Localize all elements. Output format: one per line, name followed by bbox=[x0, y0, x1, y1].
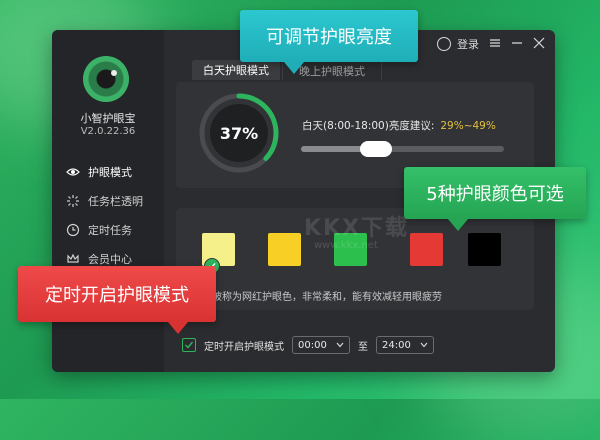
color-swatch-black[interactable] bbox=[468, 233, 501, 266]
sidebar-item-label: 定时任务 bbox=[88, 224, 132, 237]
schedule-checkbox[interactable] bbox=[182, 338, 196, 352]
brightness-percent: 37% bbox=[219, 123, 259, 143]
sidebar-item-label: 任务栏透明 bbox=[88, 195, 143, 208]
login-label: 登录 bbox=[457, 38, 479, 51]
check-icon bbox=[185, 341, 194, 349]
app-logo bbox=[83, 56, 129, 102]
tab-day-mode[interactable]: 白天护眼模式 bbox=[192, 60, 280, 80]
user-icon bbox=[437, 37, 451, 51]
sidebar-item-timer[interactable]: 定时任务 bbox=[52, 218, 164, 242]
end-time-value: 24:00 bbox=[382, 339, 411, 351]
end-time-select[interactable]: 24:00 bbox=[376, 336, 434, 354]
time-separator: 至 bbox=[358, 341, 368, 353]
brightness-slider[interactable] bbox=[301, 141, 504, 157]
callout-brightness: 可调节护眼亮度 bbox=[240, 10, 418, 74]
menu-icon[interactable] bbox=[489, 37, 501, 52]
start-time-select[interactable]: 00:00 bbox=[292, 336, 350, 354]
sidebar-item-eye-mode[interactable]: 护眼模式 bbox=[52, 160, 164, 184]
color-swatch-yellow[interactable] bbox=[268, 233, 301, 266]
watermark-url: www.kkx.net bbox=[314, 240, 378, 251]
app-name: 小智护眼宝 bbox=[80, 112, 136, 125]
login-button[interactable]: 登录 bbox=[437, 36, 479, 52]
color-description: 色：被称为网红护眼色，非常柔和，能有效减轻用眼疲劳 bbox=[192, 292, 442, 303]
close-icon[interactable] bbox=[533, 37, 545, 52]
brightness-suggestion: 白天(8:00-18:00)亮度建议: 29%~49% bbox=[302, 118, 496, 133]
app-version: V2.0.22.36 bbox=[80, 126, 136, 137]
sparkle-icon bbox=[66, 194, 80, 208]
color-swatch-red[interactable] bbox=[410, 233, 443, 266]
start-time-value: 00:00 bbox=[298, 339, 327, 351]
sidebar-item-label: 护眼模式 bbox=[88, 166, 132, 179]
callout-schedule: 定时开启护眼模式 bbox=[18, 266, 216, 334]
schedule-row: 定时开启护眼模式 00:00 至 24:00 bbox=[182, 335, 434, 355]
schedule-label: 定时开启护眼模式 bbox=[204, 341, 284, 353]
crown-icon bbox=[66, 252, 80, 266]
chevron-down-icon bbox=[336, 342, 344, 348]
callout-schedule-text: 定时开启护眼模式 bbox=[45, 285, 189, 306]
sidebar-item-taskbar[interactable]: 任务栏透明 bbox=[52, 189, 164, 213]
brightness-range: 29%~49% bbox=[440, 120, 496, 132]
watermark: KKX下载 bbox=[304, 216, 410, 241]
callout-brightness-text: 可调节护眼亮度 bbox=[266, 27, 392, 48]
brightness-label: 白天(8:00-18:00)亮度建议: bbox=[302, 120, 435, 132]
eye-icon bbox=[66, 165, 80, 179]
minimize-icon[interactable] bbox=[511, 37, 523, 52]
callout-colors: 5种护眼颜色可选 bbox=[404, 167, 586, 231]
slider-thumb[interactable] bbox=[360, 141, 393, 157]
clock-icon bbox=[66, 223, 80, 237]
sidebar-item-label: 会员中心 bbox=[88, 253, 132, 266]
title-bar-controls: 登录 bbox=[437, 36, 545, 52]
chevron-down-icon bbox=[420, 342, 428, 348]
callout-colors-text: 5种护眼颜色可选 bbox=[426, 184, 564, 205]
